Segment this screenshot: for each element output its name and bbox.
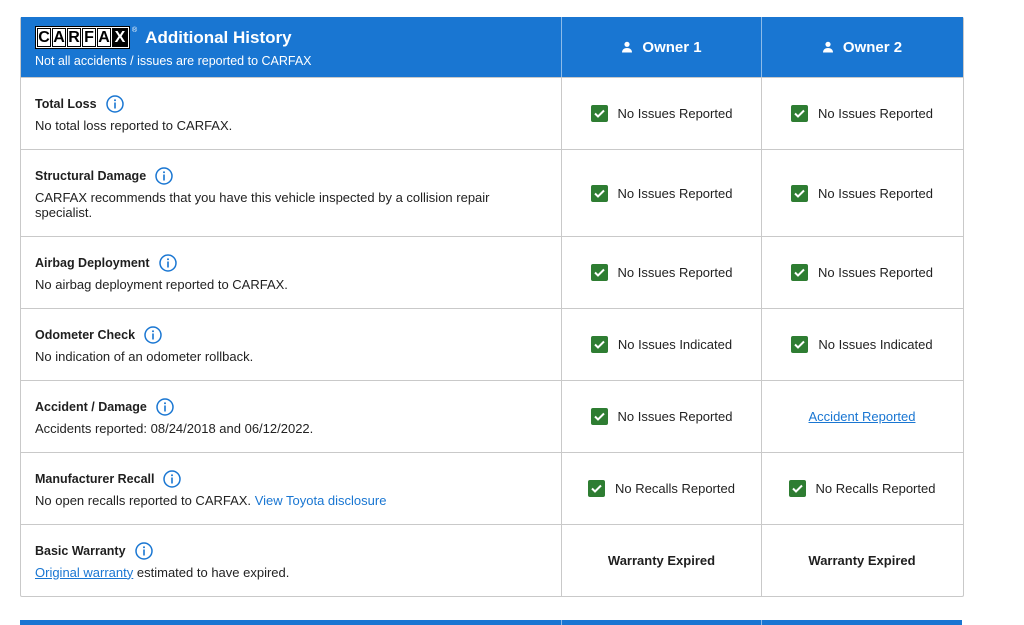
checkbox-checked-icon xyxy=(791,336,809,353)
checkbox-checked-icon xyxy=(590,264,608,281)
row-description: Original warranty estimated to have expi… xyxy=(35,564,290,580)
row-description: CARFAX recommends that you have this veh… xyxy=(35,189,490,220)
row-title: Accident / Damage xyxy=(35,399,147,414)
row-title: Total Loss xyxy=(35,96,97,111)
carfax-logo: C A R F A X xyxy=(35,26,130,49)
row-title: Structural Damage xyxy=(35,168,147,183)
info-icon[interactable] xyxy=(134,541,153,560)
view-toyota-disclosure-link[interactable]: View Toyota disclosure xyxy=(255,493,387,508)
checkbox-checked-icon xyxy=(588,480,606,497)
checkbox-checked-icon xyxy=(590,184,608,202)
row-description: No open recalls reported to CARFAX. View… xyxy=(35,492,387,508)
table-row: Total Loss No total loss reported to CAR… xyxy=(21,77,963,149)
info-icon[interactable] xyxy=(144,325,162,344)
owner-1-status: No Issues Reported xyxy=(562,237,762,308)
owner-1-status: No Issues Indicated xyxy=(562,309,762,380)
owner-1-status: No Recalls Reported xyxy=(562,453,762,524)
additional-history-table: C A R F A X ® Additional History Not all… xyxy=(20,17,964,597)
owner-2-status: No Issues Reported xyxy=(762,237,962,308)
checkbox-checked-icon xyxy=(791,264,809,281)
owner-2-status: No Recalls Reported xyxy=(762,453,962,524)
owner-1-header: Owner 1 xyxy=(562,17,762,77)
table-header: C A R F A X ® Additional History Not all… xyxy=(21,17,963,77)
header-brand: C A R F A X ® Additional History Not all… xyxy=(21,17,562,77)
person-icon xyxy=(622,41,633,53)
checkbox-checked-icon xyxy=(791,184,809,202)
checkbox-checked-icon xyxy=(590,105,608,122)
row-description: No airbag deployment reported to CARFAX. xyxy=(35,276,288,292)
owner-1-status: No Issues Reported xyxy=(562,381,762,452)
owner-2-status: No Issues Indicated xyxy=(762,309,962,380)
trademark: ® xyxy=(132,27,138,34)
info-icon[interactable] xyxy=(163,469,182,488)
next-section-header xyxy=(20,620,962,625)
checkbox-checked-icon xyxy=(590,336,608,353)
owner-2-status: Accident Reported xyxy=(762,381,962,452)
row-description: No total loss reported to CARFAX. xyxy=(35,117,233,133)
original-warranty-link[interactable]: Original warranty xyxy=(35,565,133,580)
owner-2-status: Warranty Expired xyxy=(808,553,916,568)
section-title: Additional History xyxy=(145,27,292,47)
row-title: Odometer Check xyxy=(35,327,136,342)
row-title: Airbag Deployment xyxy=(35,255,150,270)
checkbox-checked-icon xyxy=(788,480,806,497)
info-icon[interactable] xyxy=(158,253,177,272)
info-icon[interactable] xyxy=(156,397,174,416)
table-row: Airbag Deployment No airbag deployment r… xyxy=(21,236,963,308)
owner-2-header: Owner 2 xyxy=(762,17,962,77)
row-title: Manufacturer Recall xyxy=(35,471,155,486)
owner-1-status: Warranty Expired xyxy=(562,525,762,596)
row-title: Basic Warranty xyxy=(35,543,126,558)
owner-2-status: No Issues Reported xyxy=(762,150,962,236)
checkbox-checked-icon xyxy=(791,105,809,122)
owner-2-status: No Issues Reported xyxy=(762,78,962,149)
section-subtitle: Not all accidents / issues are reported … xyxy=(35,54,312,68)
table-row: Structural Damage CARFAX recommends that… xyxy=(21,149,963,236)
row-description: Accidents reported: 08/24/2018 and 06/12… xyxy=(35,420,314,436)
owner-1-status: No Issues Reported xyxy=(562,150,762,236)
row-description: No indication of an odometer rollback. xyxy=(35,348,254,364)
table-row: Accident / Damage Accidents reported: 08… xyxy=(21,380,963,452)
owner-1-status: No Issues Reported xyxy=(562,78,762,149)
table-row: Manufacturer Recall No open recalls repo… xyxy=(21,452,963,524)
checkbox-checked-icon xyxy=(590,408,608,425)
accident-reported-link[interactable]: Accident Reported xyxy=(809,409,916,424)
person-icon xyxy=(822,41,833,53)
info-icon[interactable] xyxy=(105,94,124,113)
table-row: Odometer Check No indication of an odome… xyxy=(21,308,963,380)
table-row: Basic Warranty Original warranty estimat… xyxy=(21,524,963,596)
info-icon[interactable] xyxy=(155,166,173,185)
